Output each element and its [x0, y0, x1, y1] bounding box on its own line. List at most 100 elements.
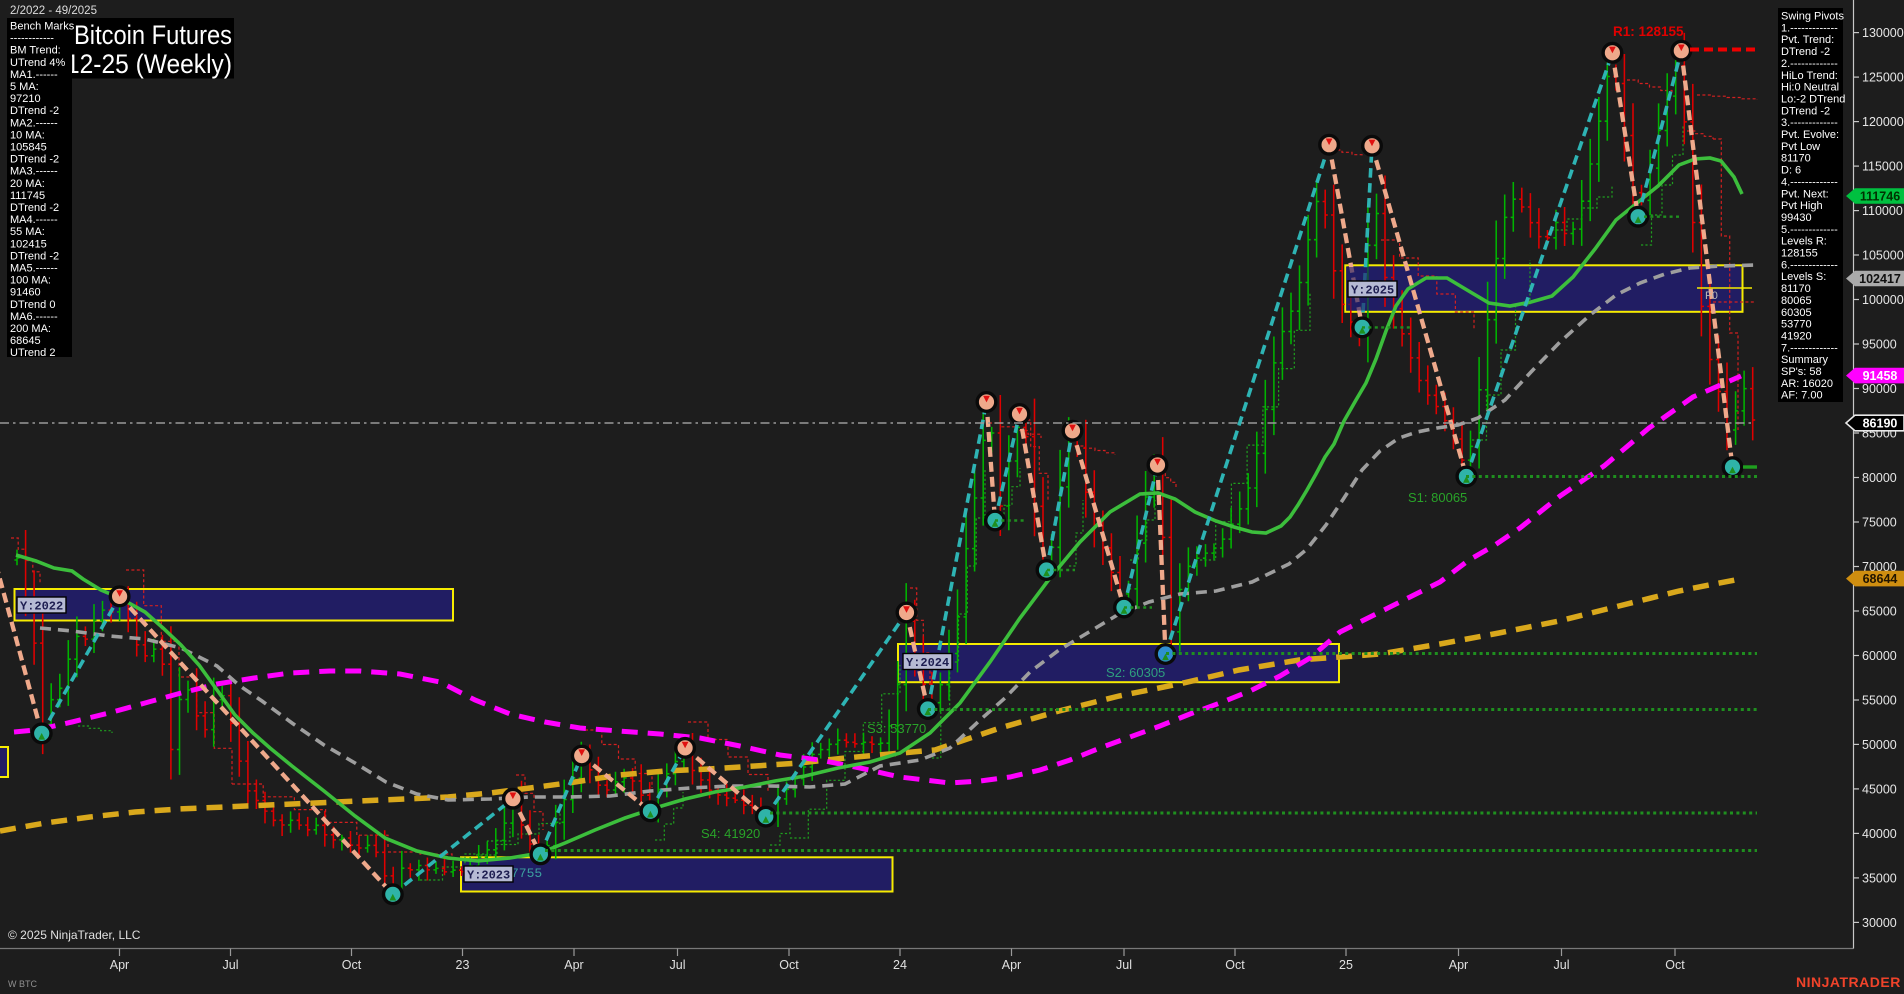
svg-text:100 MA:: 100 MA: — [10, 275, 51, 287]
svg-text:MA4.------: MA4.------ — [10, 214, 58, 226]
svg-text:BM Trend:: BM Trend: — [10, 45, 61, 57]
svg-text:128155: 128155 — [1781, 248, 1818, 260]
svg-text:Y:2025: Y:2025 — [1351, 284, 1394, 298]
svg-text:------------: ------------ — [10, 33, 54, 45]
svg-text:Pvt. Evolve:: Pvt. Evolve: — [1781, 129, 1839, 141]
svg-text:Lo:-2 DTrend: Lo:-2 DTrend — [1781, 93, 1845, 105]
svg-text:45000: 45000 — [1862, 782, 1897, 796]
svg-text:99430: 99430 — [1781, 212, 1812, 224]
svg-text:91458: 91458 — [1863, 369, 1898, 383]
svg-text:100000: 100000 — [1862, 293, 1904, 307]
svg-text:7.-------------: 7.------------- — [1781, 342, 1838, 354]
svg-text:60305: 60305 — [1781, 307, 1812, 319]
svg-text:Jul: Jul — [670, 958, 686, 972]
svg-text:86190: 86190 — [1863, 417, 1898, 431]
svg-text:41920: 41920 — [1781, 330, 1812, 342]
svg-text:90000: 90000 — [1862, 382, 1897, 396]
svg-text:30000: 30000 — [1862, 916, 1897, 930]
svg-text:DTrend -2: DTrend -2 — [10, 105, 59, 117]
svg-text:NINJATRADER: NINJATRADER — [1796, 974, 1901, 990]
svg-text:S3: 53770: S3: 53770 — [867, 721, 926, 736]
svg-text:DTrend -2: DTrend -2 — [10, 202, 59, 214]
svg-text:W BTC: W BTC — [8, 979, 37, 989]
svg-text:91460: 91460 — [10, 287, 41, 299]
svg-text:65000: 65000 — [1862, 604, 1897, 618]
svg-text:10 MA:: 10 MA: — [10, 129, 45, 141]
svg-text:115000: 115000 — [1862, 160, 1903, 174]
svg-text:D: 6: D: 6 — [1781, 165, 1801, 177]
svg-text:5 MA:: 5 MA: — [10, 81, 39, 93]
svg-text:20 MA:: 20 MA: — [10, 178, 45, 190]
svg-text:Y:2023: Y:2023 — [467, 869, 510, 883]
svg-text:200 MA:: 200 MA: — [10, 323, 51, 335]
svg-text:Pvt. Trend:: Pvt. Trend: — [1781, 34, 1834, 46]
svg-text:Summary: Summary — [1781, 354, 1829, 366]
svg-text:12-25 (Weekly): 12-25 (Weekly) — [66, 49, 232, 79]
svg-text:S1: 80065: S1: 80065 — [1408, 490, 1467, 505]
svg-text:2/2022 - 49/2025: 2/2022 - 49/2025 — [10, 5, 97, 17]
svg-text:2.-------------: 2.------------- — [1781, 58, 1838, 70]
svg-text:UTrend 2: UTrend 2 — [10, 347, 55, 359]
svg-text:25: 25 — [1339, 958, 1353, 972]
svg-text:R1: 128155: R1: 128155 — [1613, 24, 1684, 39]
svg-text:68644: 68644 — [1863, 572, 1898, 586]
svg-text:Oct: Oct — [342, 958, 362, 972]
svg-text:MA2.------: MA2.------ — [10, 117, 58, 129]
svg-text:130000: 130000 — [1862, 26, 1904, 40]
svg-text:Apr: Apr — [1002, 958, 1021, 972]
svg-text:DTrend -2: DTrend -2 — [10, 154, 59, 166]
svg-text:7755: 7755 — [511, 866, 542, 881]
svg-text:55000: 55000 — [1862, 693, 1897, 707]
svg-text:5.-------------: 5.------------- — [1781, 224, 1838, 236]
svg-text:75000: 75000 — [1862, 515, 1897, 529]
svg-text:F0: F0 — [1705, 290, 1718, 302]
svg-text:Oct: Oct — [1225, 958, 1245, 972]
svg-text:AF: 7.00: AF: 7.00 — [1781, 390, 1823, 402]
svg-text:Swing Pivots: Swing Pivots — [1781, 11, 1844, 23]
svg-text:Levels R:: Levels R: — [1781, 236, 1827, 248]
svg-text:68645: 68645 — [10, 335, 41, 347]
svg-text:Pvt High: Pvt High — [1781, 200, 1823, 212]
svg-text:DTrend -2: DTrend -2 — [1781, 46, 1830, 58]
svg-text:S2: 60305: S2: 60305 — [1106, 665, 1165, 680]
svg-text:AR: 16020: AR: 16020 — [1781, 378, 1833, 390]
svg-text:40000: 40000 — [1862, 827, 1897, 841]
svg-text:55 MA:: 55 MA: — [10, 226, 45, 238]
svg-text:MA1.------: MA1.------ — [10, 69, 58, 81]
svg-text:Oct: Oct — [1665, 958, 1685, 972]
svg-text:95000: 95000 — [1862, 338, 1897, 352]
svg-text:Y:2024: Y:2024 — [906, 656, 949, 670]
svg-text:1.-------------: 1.------------- — [1781, 22, 1838, 34]
svg-text:105845: 105845 — [10, 142, 47, 154]
svg-text:23: 23 — [456, 958, 470, 972]
svg-text:SP's: 58: SP's: 58 — [1781, 366, 1822, 378]
svg-text:125000: 125000 — [1862, 71, 1904, 85]
svg-text:DTrend -2: DTrend -2 — [10, 250, 59, 262]
svg-text:50000: 50000 — [1862, 738, 1897, 752]
svg-text:53770: 53770 — [1781, 319, 1812, 331]
svg-text:Apr: Apr — [564, 958, 583, 972]
svg-text:3.-------------: 3.------------- — [1781, 117, 1838, 129]
svg-text:97210: 97210 — [10, 93, 41, 105]
svg-text:111746: 111746 — [1860, 190, 1900, 204]
svg-text:102417: 102417 — [1859, 272, 1901, 286]
svg-text:102415: 102415 — [10, 238, 47, 250]
svg-text:Jul: Jul — [1116, 958, 1132, 972]
svg-text:111745: 111745 — [10, 190, 45, 202]
svg-text:MA5.------: MA5.------ — [10, 263, 58, 275]
svg-text:DTrend -2: DTrend -2 — [1781, 105, 1830, 117]
svg-text:© 2025 NinjaTrader, LLC: © 2025 NinjaTrader, LLC — [8, 928, 141, 942]
svg-text:UTrend 4%: UTrend 4% — [10, 57, 65, 69]
svg-text:110000: 110000 — [1862, 204, 1903, 218]
svg-text:4.-------------: 4.------------- — [1781, 176, 1838, 188]
svg-text:Apr: Apr — [110, 958, 129, 972]
svg-text:Pvt. Next:: Pvt. Next: — [1781, 188, 1829, 200]
svg-text:Bench Marks: Bench Marks — [10, 21, 75, 33]
svg-text:60000: 60000 — [1862, 649, 1897, 663]
svg-text:24: 24 — [893, 958, 907, 972]
svg-text:80000: 80000 — [1862, 471, 1897, 485]
svg-text:81170: 81170 — [1781, 283, 1811, 295]
svg-text:80065: 80065 — [1781, 295, 1812, 307]
svg-text:120000: 120000 — [1862, 115, 1904, 129]
svg-text:DTrend 0: DTrend 0 — [10, 299, 55, 311]
